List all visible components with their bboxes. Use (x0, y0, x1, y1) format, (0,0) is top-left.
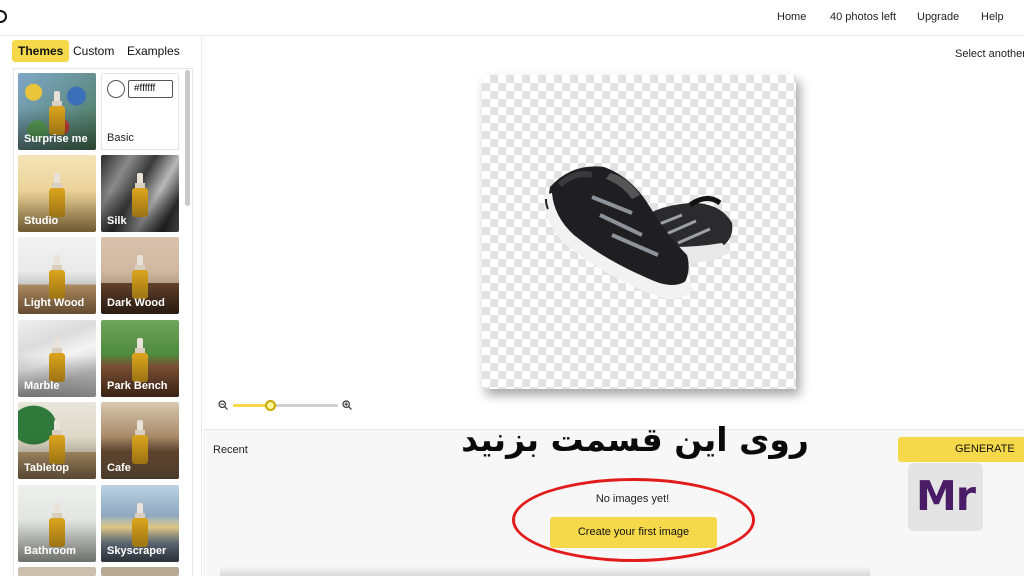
nav-upgrade-link[interactable]: Upgrade (917, 11, 959, 23)
theme-partial[interactable] (101, 567, 179, 576)
theme-studio[interactable]: Studio (18, 155, 96, 232)
product-stage[interactable] (482, 75, 796, 389)
theme-tabletop[interactable]: Tabletop (18, 402, 96, 479)
theme-label: Cafe (107, 462, 131, 474)
tab-examples[interactable]: Examples (121, 40, 186, 62)
tab-custom[interactable]: Custom (67, 40, 120, 62)
theme-park-bench[interactable]: Park Bench (101, 320, 179, 397)
select-another-photo-link[interactable]: Select another p (955, 48, 1024, 60)
generate-button[interactable]: GENERATE (898, 437, 1024, 462)
theme-label: Marble (24, 380, 60, 392)
zoom-slider-handle[interactable] (264, 400, 276, 411)
nav-photos-left[interactable]: 40 photos left (830, 11, 896, 23)
theme-label: Skyscraper (107, 545, 167, 557)
theme-label: Light Wood (24, 297, 85, 309)
top-bar: Home 40 photos left Upgrade Help (0, 0, 1024, 36)
nav-home-link[interactable]: Home (777, 11, 806, 23)
recent-title: Recent (213, 444, 248, 456)
theme-light-wood[interactable]: Light Wood (18, 237, 96, 314)
theme-label: Surprise me (24, 133, 88, 145)
tab-themes[interactable]: Themes (12, 40, 70, 62)
zoom-in-icon[interactable] (342, 400, 352, 410)
theme-bathroom[interactable]: Bathroom (18, 485, 96, 562)
theme-silk[interactable]: Silk (101, 155, 179, 232)
hex-color-input[interactable]: #ffffff (128, 80, 173, 98)
theme-label: Tabletop (24, 462, 70, 474)
zoom-slider[interactable] (233, 400, 338, 411)
sneakers-image (543, 166, 733, 299)
theme-dark-wood[interactable]: Dark Wood (101, 237, 179, 314)
theme-label: Park Bench (107, 380, 168, 392)
create-first-image-button[interactable]: Create your first image (550, 517, 717, 548)
theme-basic[interactable]: #ffffff Basic (101, 73, 179, 150)
theme-label: Silk (107, 215, 127, 227)
theme-cafe[interactable]: Cafe (101, 402, 179, 479)
theme-scrollbar[interactable] (185, 70, 190, 206)
theme-partial[interactable] (18, 567, 96, 576)
channel-watermark-logo: Mr (908, 463, 983, 531)
theme-label: Basic (107, 132, 134, 144)
theme-surprise-me[interactable]: Surprise me (18, 73, 96, 150)
color-swatch[interactable] (107, 80, 125, 98)
tutorial-overlay-text: روی این قسمت بزنید (461, 420, 809, 459)
theme-marble[interactable]: Marble (18, 320, 96, 397)
theme-label: Bathroom (24, 545, 76, 557)
theme-label: Dark Wood (107, 297, 165, 309)
bottom-shadow (220, 566, 870, 576)
theme-label: Studio (24, 215, 59, 227)
logo-icon[interactable] (0, 10, 7, 23)
zoom-out-icon[interactable] (218, 400, 228, 410)
theme-skyscraper[interactable]: Skyscraper (101, 485, 179, 562)
nav-help-link[interactable]: Help (981, 11, 1004, 23)
empty-state-text: No images yet! (595, 493, 670, 505)
